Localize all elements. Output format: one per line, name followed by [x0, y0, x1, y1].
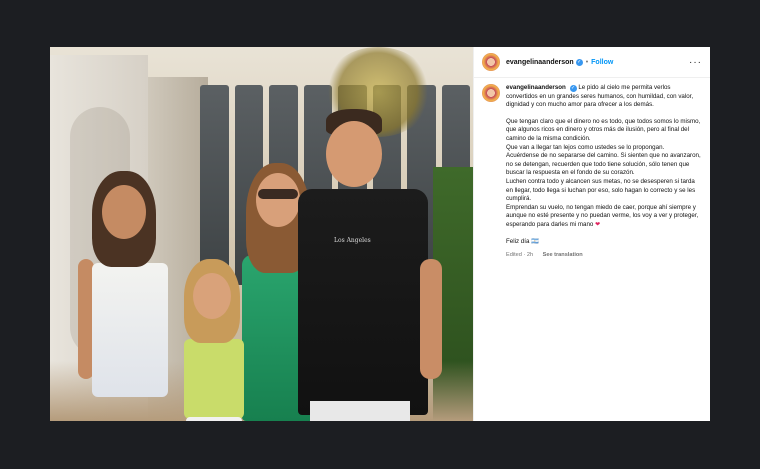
- caption-paragraph: Emprendan su vuelo, no tengan miedo de c…: [506, 203, 699, 228]
- caption-paragraph: Que van a llegar tan lejos como ustedes …: [506, 143, 665, 151]
- caption-paragraph: Luchen contra todo y alcancen sus metas,…: [506, 177, 696, 203]
- edited-timestamp: Edited · 2h: [506, 252, 534, 259]
- post-sidebar: evangelinaanderson ✓ • Follow ··· evange…: [473, 47, 710, 421]
- caption-username[interactable]: evangelinaanderson: [506, 84, 566, 91]
- sunglasses-icon: [258, 189, 298, 199]
- separator-dot: •: [585, 58, 589, 66]
- caption-paragraph: Que tengan claro que el dinero no es tod…: [506, 117, 701, 142]
- more-options-icon[interactable]: ···: [689, 57, 702, 68]
- caption-avatar[interactable]: [482, 84, 500, 102]
- post-modal: Los Angeles evangelinaanderson ✓ • Follo…: [50, 47, 710, 421]
- caption-sign-off: Feliz día 🇦🇷: [506, 237, 539, 245]
- post-header: evangelinaanderson ✓ • Follow ···: [474, 47, 710, 78]
- avatar[interactable]: [482, 53, 500, 71]
- heart-icon: ❤: [595, 220, 601, 228]
- caption-paragraph: Acuérdense de no separarse del camino. S…: [506, 152, 701, 177]
- caption-verified-icon: ✓: [569, 85, 577, 92]
- caption-text: evangelinaanderson ✓ Le pido al cielo me…: [506, 84, 702, 260]
- post-photo[interactable]: Los Angeles: [50, 47, 473, 421]
- username-link[interactable]: evangelinaanderson: [506, 59, 574, 66]
- see-translation-link[interactable]: See translation: [543, 252, 583, 258]
- verified-badge-icon: ✓: [575, 58, 583, 66]
- follow-button[interactable]: Follow: [591, 59, 613, 66]
- shirt-print: Los Angeles: [334, 237, 371, 244]
- caption-block: evangelinaanderson ✓ Le pido al cielo me…: [474, 78, 710, 260]
- caption-meta: Edited · 2h See translation: [506, 251, 702, 260]
